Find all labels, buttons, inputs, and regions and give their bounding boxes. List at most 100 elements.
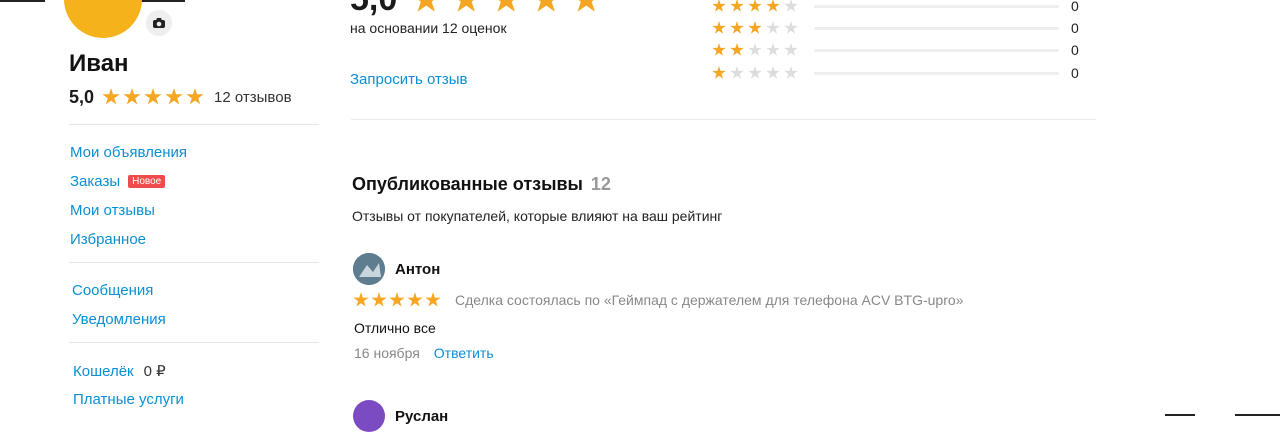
distribution-count: 0 bbox=[1071, 42, 1079, 58]
review-author[interactable]: Руслан bbox=[353, 400, 448, 432]
new-badge: Новое bbox=[128, 175, 166, 188]
star-icon bbox=[371, 292, 387, 307]
user-name: Иван bbox=[69, 50, 129, 77]
distribution-stars bbox=[712, 21, 802, 35]
distribution-stars bbox=[712, 66, 802, 80]
profile-avatar-block bbox=[64, 0, 174, 38]
star-icon bbox=[123, 88, 141, 105]
star-empty-icon bbox=[784, 66, 798, 79]
star-icon bbox=[353, 292, 369, 307]
sidebar-item-wallet[interactable]: Кошелёк 0 ₽ bbox=[73, 362, 166, 380]
star-icon bbox=[712, 21, 726, 34]
review-rating-line: Сделка состоялась по «Геймпад с держател… bbox=[353, 292, 963, 308]
distribution-bar bbox=[814, 71, 1059, 75]
star-icon bbox=[389, 292, 405, 307]
sidebar-item-label: Заказы bbox=[70, 173, 121, 190]
star-icon bbox=[102, 88, 120, 105]
summary-stars bbox=[411, 0, 611, 15]
star-empty-icon bbox=[748, 43, 762, 56]
star-empty-icon bbox=[766, 66, 780, 79]
published-reviews-title: Опубликованные отзывы 12 bbox=[352, 174, 611, 195]
star-empty-icon bbox=[784, 21, 798, 34]
star-icon bbox=[491, 0, 521, 12]
sidebar-item-my-ads[interactable]: Мои объявления bbox=[70, 144, 187, 161]
star-icon bbox=[730, 21, 744, 34]
avatar[interactable] bbox=[64, 0, 142, 38]
review-date: 16 ноября bbox=[354, 345, 420, 361]
star-icon bbox=[748, 0, 762, 12]
star-icon bbox=[165, 88, 183, 105]
distribution-bar bbox=[814, 26, 1059, 30]
distribution-row: 0 bbox=[712, 0, 1079, 14]
reviews-count-link[interactable]: 12 отзывов bbox=[214, 89, 292, 106]
wallet-balance: 0 ₽ bbox=[143, 363, 166, 380]
distribution-bar bbox=[814, 4, 1059, 8]
sidebar-item-label: Кошелёк bbox=[73, 363, 134, 380]
sidebar-divider bbox=[69, 124, 319, 125]
star-empty-icon bbox=[784, 43, 798, 56]
star-empty-icon bbox=[748, 66, 762, 79]
star-icon bbox=[712, 0, 726, 12]
star-icon bbox=[748, 21, 762, 34]
distribution-count: 0 bbox=[1071, 0, 1079, 14]
top-edge-line bbox=[0, 0, 45, 2]
star-empty-icon bbox=[730, 66, 744, 79]
star-icon bbox=[730, 0, 744, 12]
reply-button[interactable]: Ответить bbox=[434, 345, 494, 361]
star-icon bbox=[144, 88, 162, 105]
camera-icon bbox=[153, 18, 165, 28]
sidebar-item-favorites[interactable]: Избранное bbox=[70, 231, 146, 248]
distribution-row: 0 bbox=[712, 20, 1079, 36]
star-icon bbox=[411, 0, 441, 12]
sidebar-item-notifications[interactable]: Уведомления bbox=[72, 311, 166, 328]
change-photo-button[interactable] bbox=[144, 8, 174, 38]
review-deal-info[interactable]: Сделка состоялась по «Геймпад с держател… bbox=[455, 292, 963, 308]
distribution-stars bbox=[712, 0, 802, 13]
distribution-count: 0 bbox=[1071, 20, 1079, 36]
star-icon bbox=[730, 43, 744, 56]
distribution-count: 0 bbox=[1071, 65, 1079, 81]
review-text: Отлично все bbox=[354, 320, 436, 336]
distribution-bar bbox=[814, 48, 1059, 52]
request-review-link[interactable]: Запросить отзыв bbox=[350, 71, 467, 88]
distribution-stars bbox=[712, 43, 802, 57]
sidebar-item-paid-services[interactable]: Платные услуги bbox=[73, 391, 184, 408]
published-reviews-subtitle: Отзывы от покупателей, которые влияют на… bbox=[352, 208, 723, 224]
star-icon bbox=[571, 0, 601, 12]
sidebar-divider bbox=[69, 262, 319, 263]
author-name: Руслан bbox=[395, 407, 449, 425]
star-empty-icon bbox=[766, 43, 780, 56]
review-stars bbox=[353, 292, 443, 308]
star-icon bbox=[712, 43, 726, 56]
ratings-basis: на основании 12 оценок bbox=[350, 20, 507, 36]
star-empty-icon bbox=[766, 21, 780, 34]
sidebar-item-orders[interactable]: Заказы Новое bbox=[70, 173, 166, 190]
star-icon bbox=[186, 88, 204, 105]
section-title-text: Опубликованные отзывы bbox=[352, 174, 583, 194]
star-icon bbox=[712, 66, 726, 79]
star-icon bbox=[407, 292, 423, 307]
author-photo-icon bbox=[353, 253, 385, 285]
sidebar-item-messages[interactable]: Сообщения bbox=[72, 282, 153, 299]
section-divider bbox=[351, 119, 1096, 120]
rating-summary: 5,0 bbox=[350, 0, 611, 19]
distribution-row: 0 bbox=[712, 65, 1079, 81]
summary-score: 5,0 bbox=[350, 0, 397, 19]
rating-stars bbox=[102, 88, 207, 106]
star-empty-icon bbox=[784, 0, 798, 12]
star-icon bbox=[451, 0, 481, 12]
sidebar-divider bbox=[69, 342, 319, 343]
sidebar-item-my-reviews[interactable]: Мои отзывы bbox=[70, 202, 155, 219]
star-icon bbox=[531, 0, 561, 12]
review-meta: 16 ноября Ответить bbox=[354, 345, 494, 361]
author-avatar[interactable] bbox=[353, 253, 385, 285]
review-author[interactable]: Антон bbox=[353, 253, 440, 285]
author-avatar[interactable] bbox=[353, 400, 385, 432]
user-rating: 5,0 12 отзывов bbox=[69, 86, 292, 108]
star-icon bbox=[425, 292, 441, 307]
distribution-row: 0 bbox=[712, 42, 1079, 58]
rating-score: 5,0 bbox=[69, 86, 95, 107]
published-reviews-count: 12 bbox=[590, 174, 611, 194]
star-icon bbox=[766, 0, 780, 12]
author-name: Антон bbox=[395, 260, 441, 278]
